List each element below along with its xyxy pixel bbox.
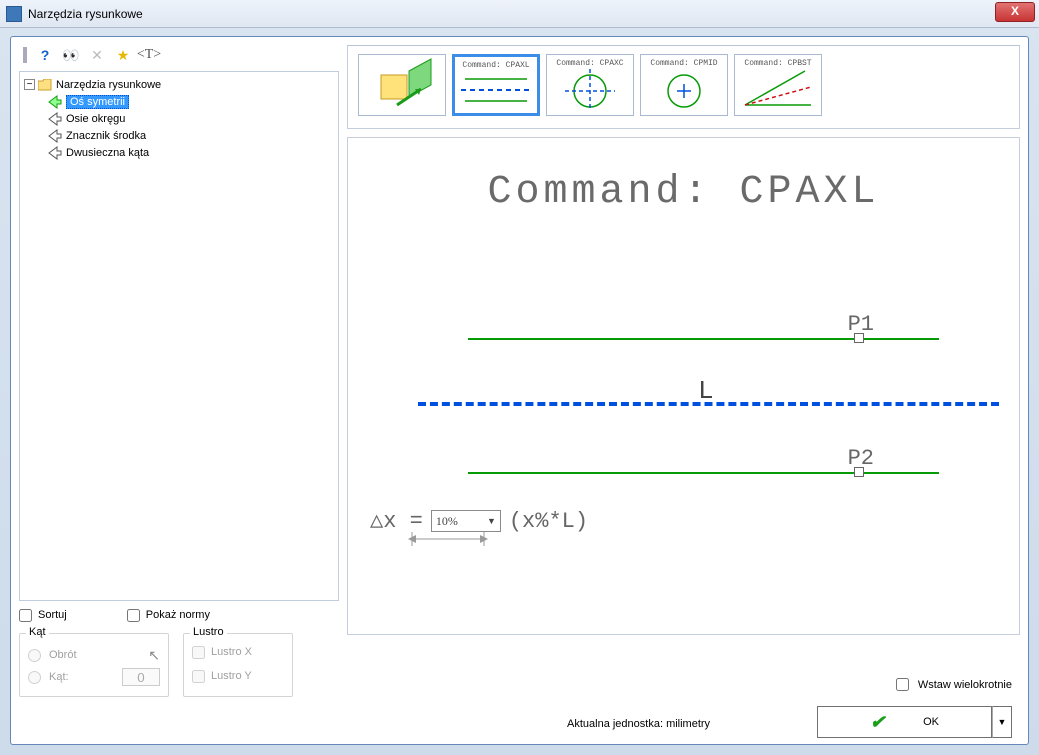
mirror-y-checkbox[interactable]: Lustro Y [192, 668, 284, 684]
tree-item-os-symetrii[interactable]: Oś symetrii [20, 93, 338, 110]
item-icon [48, 112, 62, 126]
mirror-x-input[interactable] [192, 646, 205, 659]
delta-x-row: △x = 10% ▼ (x%*L) [370, 508, 588, 534]
angle-input[interactable] [122, 668, 160, 686]
app-icon [6, 6, 22, 22]
show-norms-checkbox-input[interactable] [127, 609, 140, 622]
angle-label: Kąt: [49, 671, 69, 683]
close-button[interactable]: X [995, 2, 1035, 22]
tree-root-label: Narzędzia rysunkowe [56, 79, 161, 91]
titlebar: Narzędzia rysunkowe X [0, 0, 1039, 28]
angle-legend: Kąt [26, 626, 49, 638]
tree-item-dwusieczna-kata[interactable]: Dwusieczna kąta [20, 144, 338, 161]
text-format-icon[interactable]: <T> [141, 47, 157, 63]
mirror-legend: Lustro [190, 626, 227, 638]
mirror-y-label: Lustro Y [211, 670, 252, 682]
delta-x-suffix: (x%*L) [509, 509, 588, 534]
L-label: L [698, 376, 714, 406]
line-p1 [468, 338, 939, 340]
tree-view[interactable]: − Narzędzia rysunkowe Oś symetrii Osie o… [19, 71, 339, 601]
insert-multiple-checkbox[interactable]: Wstaw wielokrotnie [892, 675, 1012, 694]
toolbar-grip [23, 47, 27, 63]
ok-button-group: ✔ OK ▼ [817, 706, 1012, 738]
tree-item-label: Znacznik środka [66, 130, 146, 142]
thumb-cpbst[interactable]: Command: CPBST [734, 54, 822, 116]
angle-radio[interactable] [28, 671, 41, 684]
below-tree-checks: Sortuj Pokaż normy [19, 607, 339, 623]
dropdown-caret-icon: ▼ [998, 717, 1007, 727]
delete-icon[interactable]: ✕ [89, 47, 105, 63]
ok-dropdown-button[interactable]: ▼ [992, 706, 1012, 738]
preview-title: Command: CPAXL [348, 170, 1019, 215]
thumb-cpaxc[interactable]: Command: CPAXC [546, 54, 634, 116]
tree-item-label: Oś symetrii [66, 95, 129, 109]
insert-multiple-input[interactable] [896, 678, 909, 691]
mirror-y-input[interactable] [192, 670, 205, 683]
mirror-x-checkbox[interactable]: Lustro X [192, 644, 284, 660]
angle-radio-row[interactable]: Kąt: [28, 666, 160, 688]
item-icon [48, 129, 62, 143]
sort-checkbox-input[interactable] [19, 609, 32, 622]
unit-label: Aktualna jednostka: milimetry [567, 718, 710, 730]
thumbnail-bar: Command: CPAXL Command: CPAXC Comm [347, 45, 1020, 129]
favorite-icon[interactable]: ★ [115, 47, 131, 63]
angle-group: Kąt Obrót ↖ Kąt: [19, 633, 169, 697]
rotate-label: Obrót [49, 649, 77, 661]
dropdown-caret-icon: ▼ [487, 516, 496, 526]
help-icon[interactable]: ? [37, 47, 53, 63]
item-icon [48, 146, 62, 160]
checkmark-icon: ✔ [870, 712, 885, 733]
tree-item-label: Osie okręgu [66, 113, 125, 125]
left-column: ? 👀 ✕ ★ <T> − Narzędzia rysunkowe Oś sym… [19, 45, 339, 697]
collapse-icon[interactable]: − [24, 79, 35, 90]
sort-checkbox[interactable]: Sortuj [19, 607, 67, 623]
binoculars-icon[interactable]: 👀 [63, 47, 79, 63]
rotate-radio[interactable] [28, 649, 41, 662]
bottom-bar: Aktualna jednostka: milimetry Wstaw wiel… [347, 646, 1020, 744]
show-norms-checkbox[interactable]: Pokaż normy [127, 607, 210, 623]
item-icon [48, 95, 62, 109]
p1-handle [854, 333, 864, 343]
dim-arrows-icon [408, 532, 488, 548]
mirror-group: Lustro Lustro X Lustro Y [183, 633, 293, 697]
thumb-cpmid[interactable]: Command: CPMID [640, 54, 728, 116]
sort-label: Sortuj [38, 609, 67, 621]
ok-button[interactable]: ✔ OK [817, 706, 992, 738]
show-norms-label: Pokaż normy [146, 609, 210, 621]
delta-x-value: 10% [436, 514, 458, 529]
rotate-radio-row[interactable]: Obrót ↖ [28, 644, 160, 666]
ok-label: OK [923, 716, 939, 728]
tree-item-label: Dwusieczna kąta [66, 147, 149, 159]
tree-item-osie-okregu[interactable]: Osie okręgu [20, 110, 338, 127]
thumb-category[interactable] [358, 54, 446, 116]
left-toolbar: ? 👀 ✕ ★ <T> [19, 45, 339, 65]
delta-x-select[interactable]: 10% ▼ [431, 510, 501, 532]
tree-root[interactable]: − Narzędzia rysunkowe [20, 76, 338, 93]
thumb-cpaxl[interactable]: Command: CPAXL [452, 54, 540, 116]
window-title: Narzędzia rysunkowe [28, 7, 143, 21]
delta-x-prefix: △x = [370, 508, 423, 534]
p2-handle [854, 467, 864, 477]
insert-multiple-label: Wstaw wielokrotnie [918, 679, 1012, 691]
line-p2 [468, 472, 939, 474]
folder-icon [38, 79, 52, 91]
preview-pane: Command: CPAXL P1 L P2 △x = 10% ▼ (x%*L) [347, 137, 1020, 635]
cursor-icon: ↖ [148, 647, 160, 664]
mirror-x-label: Lustro X [211, 646, 252, 658]
tree-item-znacznik-srodka[interactable]: Znacznik środka [20, 127, 338, 144]
dialog-body: ? 👀 ✕ ★ <T> − Narzędzia rysunkowe Oś sym… [10, 36, 1029, 745]
